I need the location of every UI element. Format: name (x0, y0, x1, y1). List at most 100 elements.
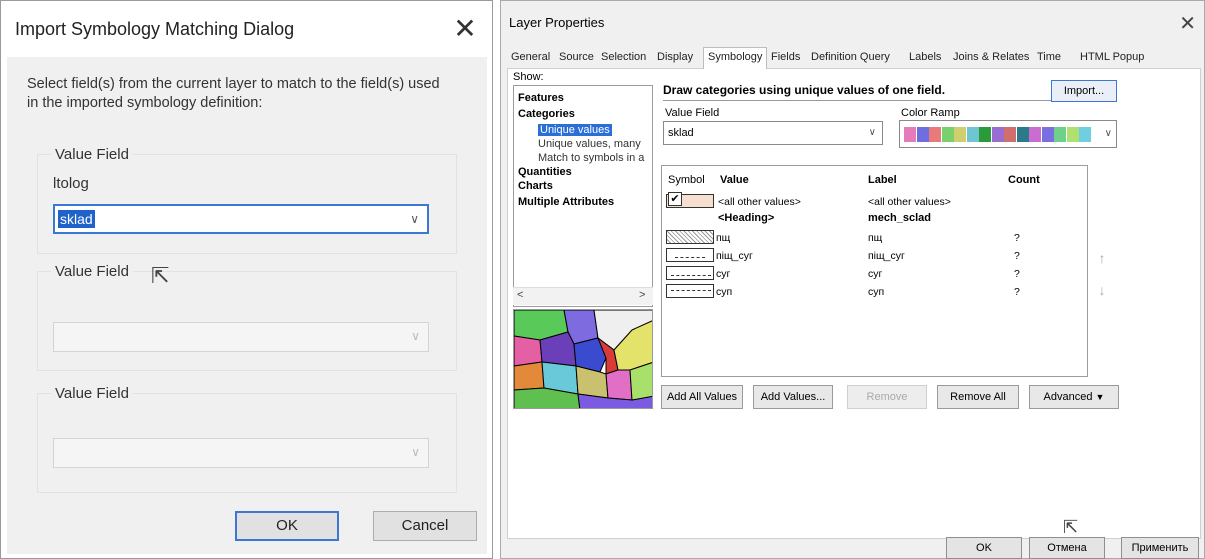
tree-horizontal-scrollbar[interactable]: < > (513, 287, 653, 305)
cancel-button[interactable]: Cancel (373, 511, 477, 541)
apply-button[interactable]: Применить (1121, 537, 1199, 559)
color-ramp-swatch (1066, 127, 1079, 142)
tab-strip: General Source Selection Display Symbolo… (507, 47, 1201, 70)
checkbox-checked-icon[interactable]: ✔ (668, 192, 682, 206)
value-field-select-2[interactable]: ∨ (53, 322, 429, 352)
row-count: ? (1014, 268, 1020, 280)
row-label: суг (868, 268, 883, 280)
tab-display[interactable]: Display (657, 51, 693, 63)
color-ramp-swatch (966, 127, 979, 142)
close-icon[interactable]: ✕ (447, 11, 483, 47)
scroll-right-icon[interactable]: > (639, 289, 645, 301)
col-label: Label (868, 174, 897, 186)
advanced-label: Advanced (1043, 391, 1093, 403)
add-values-button[interactable]: Add Values... (753, 385, 833, 409)
chevron-down-icon: ∨ (1104, 128, 1112, 139)
color-ramp-swatch (1016, 127, 1029, 142)
row-value: <Heading> (718, 212, 775, 224)
col-symbol: Symbol (668, 174, 705, 186)
row-value: суг (716, 268, 731, 280)
move-up-arrow-icon[interactable]: ↑ (1091, 247, 1113, 269)
value-field-label: Value Field (665, 107, 720, 119)
row-label: піщ_суг (868, 250, 905, 262)
add-all-values-button[interactable]: Add All Values (661, 385, 743, 409)
color-ramp-select[interactable]: ∨ (899, 120, 1117, 148)
mouse-cursor-icon: ⇱ (1063, 517, 1079, 537)
tree-categories[interactable]: Categories (518, 108, 575, 120)
import-button[interactable]: Import... (1051, 80, 1117, 102)
tree-match-symbols[interactable]: Match to symbols in a (538, 152, 644, 164)
tab-joins-relates[interactable]: Joins & Relates (953, 51, 1029, 63)
tab-symbology[interactable]: Symbology (703, 47, 768, 70)
row-value: суп (716, 286, 733, 298)
color-ramp-swatch (904, 127, 916, 142)
value-field-select-3[interactable]: ∨ (53, 438, 429, 468)
layer-properties-dialog: Layer Properties ✕ General Source Select… (500, 0, 1205, 559)
chevron-down-icon: ∨ (868, 127, 876, 138)
ok-button[interactable]: OK (946, 537, 1022, 559)
show-label: Show: (513, 71, 544, 83)
value-field-label-3: Value Field (51, 385, 133, 402)
chevron-down-icon: ∨ (410, 212, 419, 226)
symbol-swatch-longdash[interactable] (666, 266, 714, 280)
col-count: Count (1008, 174, 1040, 186)
import-symbology-dialog: Import Symbology Matching Dialog ✕ Selec… (0, 0, 493, 559)
close-icon[interactable]: ✕ (1179, 11, 1196, 36)
color-ramp-swatch (979, 127, 991, 142)
row-label: пщ (868, 232, 883, 244)
dialog-title: Layer Properties (509, 15, 605, 30)
col-value: Value (720, 174, 749, 186)
ok-button[interactable]: OK (235, 511, 339, 541)
color-ramp-swatch (1029, 127, 1041, 142)
row-value: пщ (716, 232, 731, 244)
tab-definition-query[interactable]: Definition Query (811, 51, 890, 63)
color-ramp-swatch (954, 127, 966, 142)
tree-unique-values[interactable]: Unique values (538, 124, 612, 136)
advanced-button[interactable]: Advanced ▼ (1029, 385, 1119, 409)
color-ramp-swatch (941, 127, 954, 142)
color-ramp-swatch (1041, 127, 1054, 142)
symbol-swatch-dotted[interactable] (666, 230, 714, 244)
dropdown-arrow-icon: ▼ (1095, 392, 1105, 402)
row-label: mech_sclad (868, 212, 931, 224)
tree-unique-values-many[interactable]: Unique values, many (538, 138, 641, 150)
color-ramp-swatch (1054, 127, 1066, 142)
tree-quantities[interactable]: Quantities (518, 166, 572, 178)
color-ramp-swatch (929, 127, 941, 142)
tab-labels[interactable]: Labels (909, 51, 941, 63)
row-count: ? (1014, 250, 1020, 262)
value-field-select[interactable]: sklad ∨ (663, 121, 883, 145)
tab-fields[interactable]: Fields (771, 51, 800, 63)
remove-button[interactable]: Remove (847, 385, 927, 409)
row-count: ? (1014, 286, 1020, 298)
tab-time[interactable]: Time (1037, 51, 1061, 63)
tab-source[interactable]: Source (559, 51, 594, 63)
color-ramp-label: Color Ramp (901, 107, 960, 119)
cancel-button[interactable]: Отмена (1029, 537, 1105, 559)
tab-html-popup[interactable]: HTML Popup (1080, 51, 1144, 63)
move-down-arrow-icon[interactable]: ↓ (1091, 279, 1113, 301)
symbol-value-grid: Symbol Value Label Count ✔ <all other va… (661, 165, 1088, 377)
row-value: <all other values> (718, 196, 801, 208)
mouse-cursor-icon: ⇱ (151, 263, 170, 288)
chevron-down-icon: ∨ (411, 329, 420, 343)
row-value: піщ_суг (716, 250, 753, 262)
value-field-select-1[interactable]: sklad ∨ (53, 204, 429, 234)
row-label: суп (868, 286, 885, 298)
tree-features[interactable]: Features (518, 92, 564, 104)
tree-charts[interactable]: Charts (518, 180, 553, 192)
tab-selection[interactable]: Selection (601, 51, 646, 63)
instructions-text: Select field(s) from the current layer t… (27, 76, 440, 111)
remove-all-button[interactable]: Remove All (937, 385, 1019, 409)
map-preview-image (513, 309, 653, 409)
source-field-label: ltolog (53, 175, 89, 192)
map-preview-icon (514, 310, 652, 408)
symbol-swatch-dashdot[interactable] (666, 284, 714, 298)
scroll-left-icon[interactable]: < (517, 289, 523, 301)
tab-general[interactable]: General (511, 51, 550, 63)
symbol-swatch-dash[interactable] (666, 248, 714, 262)
selected-value: sklad (58, 210, 95, 228)
value-field-label-1: Value Field (51, 146, 133, 163)
dialog-title: Import Symbology Matching Dialog (15, 19, 295, 39)
tree-multiple-attributes[interactable]: Multiple Attributes (518, 196, 614, 208)
